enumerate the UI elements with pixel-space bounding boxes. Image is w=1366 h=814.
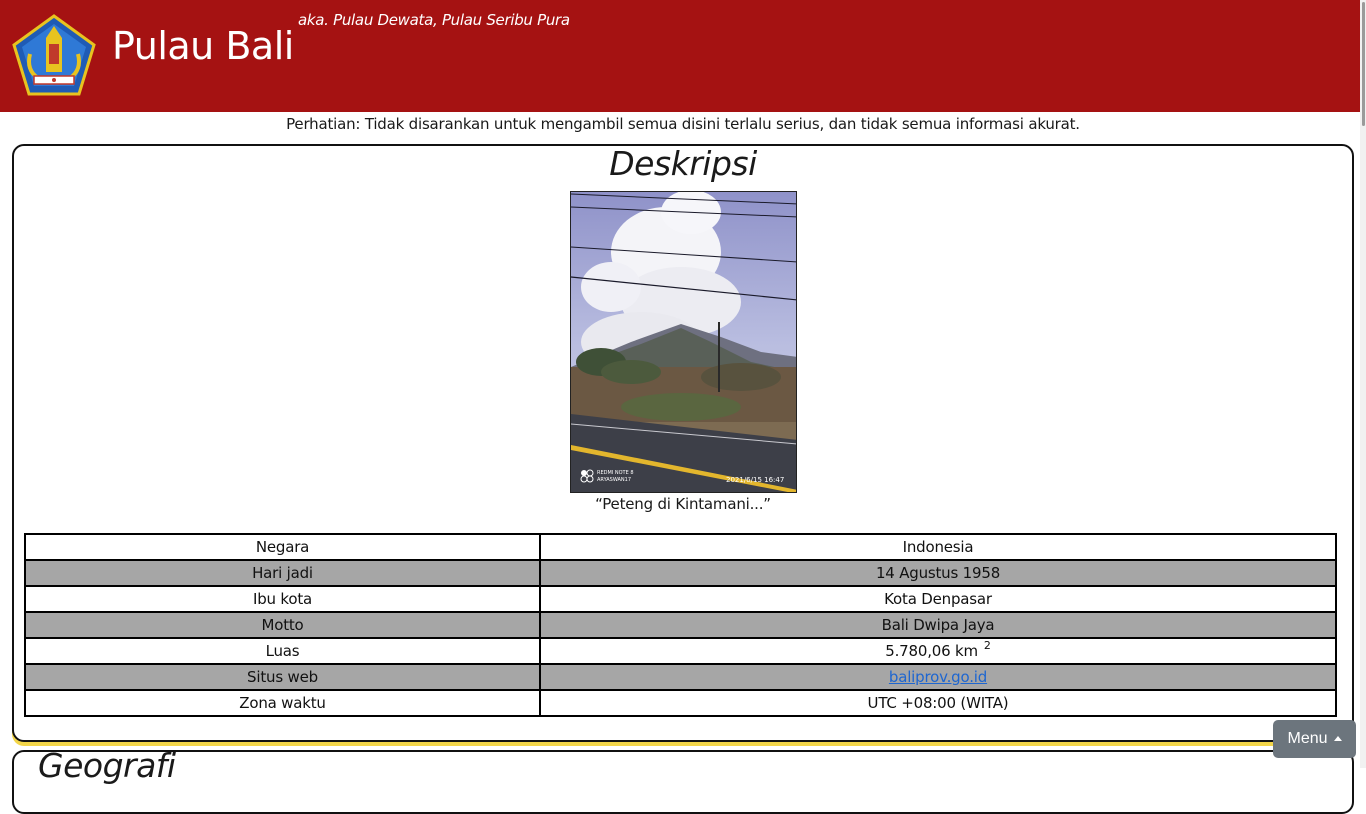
table-row: Hari jadi 14 Agustus 1958 xyxy=(24,559,1337,587)
row-value-negara: Indonesia xyxy=(539,533,1337,561)
bali-emblem-icon[interactable] xyxy=(12,14,96,98)
row-value-zona-waktu: UTC +08:00 (WITA) xyxy=(539,689,1337,717)
svg-text:ARYASWAN17: ARYASWAN17 xyxy=(597,477,631,483)
table-row: Ibu kota Kota Denpasar xyxy=(24,585,1337,613)
row-value-luas: 5.780,06 km 2 xyxy=(539,637,1337,665)
row-label-zona-waktu: Zona waktu xyxy=(24,689,541,717)
caret-up-icon xyxy=(1333,735,1342,741)
row-label-luas: Luas xyxy=(24,637,541,665)
row-value-hari-jadi: 14 Agustus 1958 xyxy=(539,559,1337,587)
table-row: Situs web baliprov.go.id xyxy=(24,663,1337,691)
table-row: Motto Bali Dwipa Jaya xyxy=(24,611,1337,639)
row-value-situs-web: baliprov.go.id xyxy=(539,663,1337,691)
svg-text:REDMI NOTE 8: REDMI NOTE 8 xyxy=(597,470,634,476)
geografi-card xyxy=(12,750,1354,814)
site-title: Pulau Bali xyxy=(112,24,294,68)
row-value-ibu-kota: Kota Denpasar xyxy=(539,585,1337,613)
kintamani-photo: REDMI NOTE 8 ARYASWAN17 2021/6/15 16:47 xyxy=(570,191,797,493)
luas-value: 5.780,06 km xyxy=(885,642,978,660)
section-title-deskripsi: Deskripsi xyxy=(609,144,757,183)
site-header: Pulau Bali aka. Pulau Dewata, Pulau Seri… xyxy=(0,0,1366,112)
luas-superscript: 2 xyxy=(983,639,991,652)
svg-text:2021/6/15 16:47: 2021/6/15 16:47 xyxy=(726,476,784,484)
row-label-hari-jadi: Hari jadi xyxy=(24,559,541,587)
info-table: Negara Indonesia Hari jadi 14 Agustus 19… xyxy=(24,533,1337,717)
table-row: Negara Indonesia xyxy=(24,533,1337,561)
row-value-motto: Bali Dwipa Jaya xyxy=(539,611,1337,639)
section-title-geografi: Geografi xyxy=(38,746,176,785)
scrollbar-thumb[interactable] xyxy=(1362,2,1365,126)
row-label-motto: Motto xyxy=(24,611,541,639)
table-row: Zona waktu UTC +08:00 (WITA) xyxy=(24,689,1337,717)
website-link[interactable]: baliprov.go.id xyxy=(889,668,987,686)
table-row: Luas 5.780,06 km 2 xyxy=(24,637,1337,665)
row-label-ibu-kota: Ibu kota xyxy=(24,585,541,613)
kintamani-photo-image: REDMI NOTE 8 ARYASWAN17 2021/6/15 16:47 xyxy=(571,192,796,492)
row-label-situs-web: Situs web xyxy=(24,663,541,691)
menu-button-label: Menu xyxy=(1287,730,1328,747)
menu-button[interactable]: Menu xyxy=(1273,720,1356,758)
row-label-negara: Negara xyxy=(24,533,541,561)
site-subtitle: aka. Pulau Dewata, Pulau Seribu Pura xyxy=(298,11,570,29)
photo-caption: “Peteng di Kintamani...” xyxy=(595,495,771,513)
disclaimer-notice: Perhatian: Tidak disarankan untuk mengam… xyxy=(286,115,1080,133)
